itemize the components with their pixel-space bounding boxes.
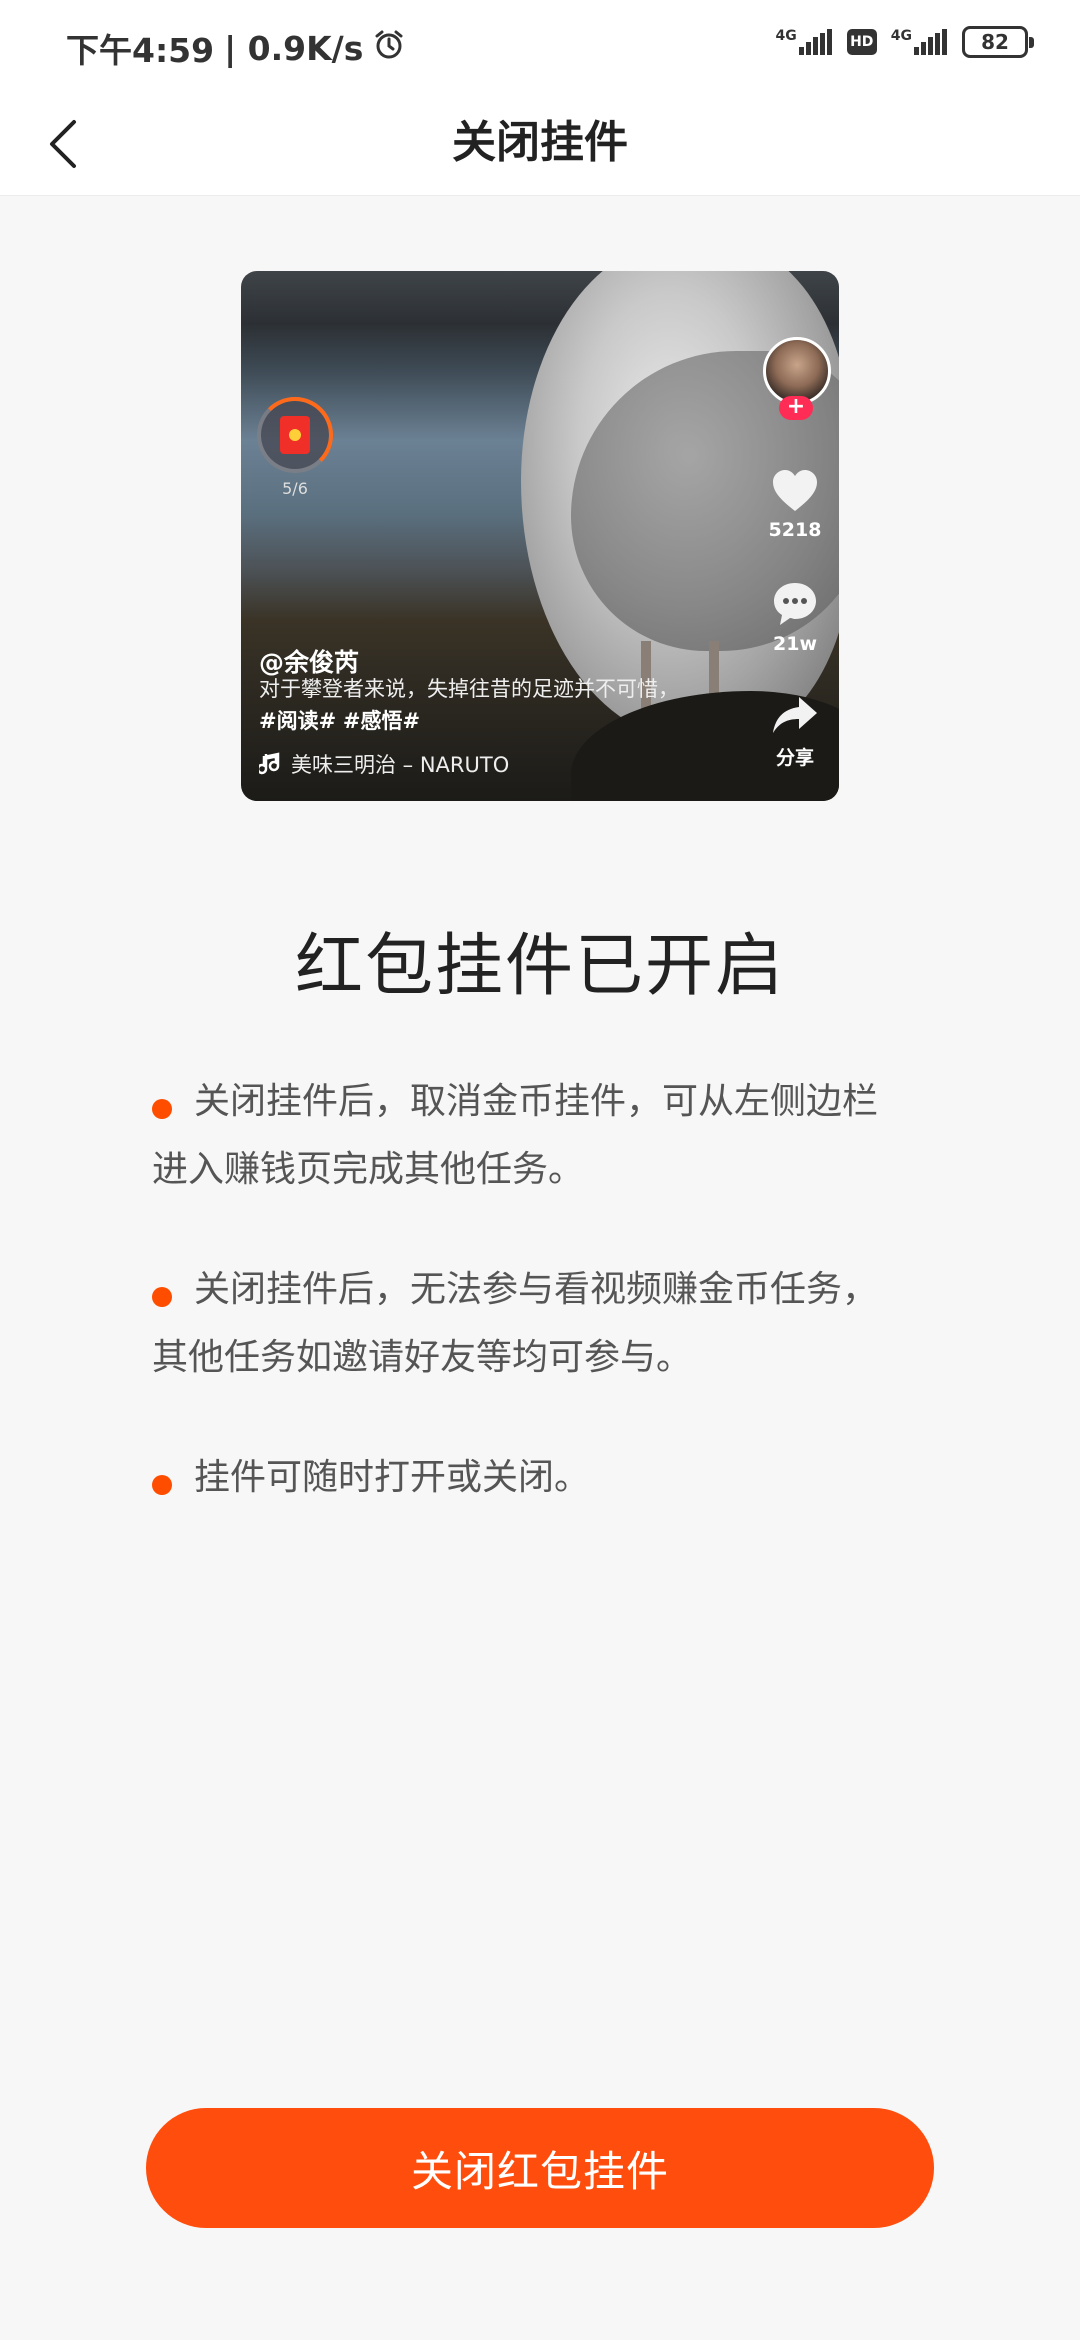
like-action: 5218 (755, 469, 835, 541)
status-time: 下午4:59 (66, 31, 215, 70)
share-action: 分享 (755, 695, 835, 770)
info-bullet: 关闭挂件后，无法参与看视频赚金币任务，其他任务如邀请好友等均可参与。 (152, 1256, 912, 1392)
video-desc-text: 对于攀登者来说，失掉往昔的足迹并不可惜， (259, 677, 679, 701)
signal-icon-2: 4G (891, 29, 948, 55)
hashtag: #感悟# (342, 709, 421, 733)
bullet-dot (152, 1099, 172, 1119)
bullet-text: 关闭挂件后，取消金币挂件，可从左侧边栏进入赚钱页完成其他任务。 (152, 1081, 879, 1190)
like-count: 5218 (768, 519, 822, 541)
alarm-icon (373, 28, 405, 68)
status-bar: 下午4:59 | 0.9K/s 4G HD 4G 82 (0, 0, 1080, 90)
bullet-text: 挂件可随时打开或关闭。 (194, 1457, 591, 1498)
battery-level: 82 (981, 30, 1009, 54)
close-red-packet-widget-button[interactable]: 关闭红包挂件 (146, 2108, 934, 2228)
share-label: 分享 (775, 747, 814, 769)
widget-status-heading: 红包挂件已开启 (294, 927, 785, 1006)
video-music: 美味三明治 – NARUTO (259, 749, 509, 779)
info-bullet: 挂件可随时打开或关闭。 (152, 1444, 912, 1512)
music-note-icon (259, 752, 280, 775)
bullet-text: 关闭挂件后，无法参与看视频赚金币任务，其他任务如邀请好友等均可参与。 (152, 1269, 879, 1378)
page-title: 关闭挂件 (452, 117, 628, 168)
app-header: 关闭挂件 (0, 90, 1080, 196)
status-speed: | 0.9K/s (224, 28, 364, 68)
network-label-2: 4G (890, 28, 912, 44)
red-envelope-icon (280, 416, 310, 454)
bullet-dot (152, 1475, 172, 1495)
signal-icon: 4G (776, 29, 833, 55)
status-right: 4G HD 4G 82 (776, 26, 1034, 58)
battery-icon: 82 (962, 26, 1034, 58)
comment-action: 21w (755, 581, 835, 655)
hashtag: #阅读# (259, 709, 337, 733)
video-description: 对于攀登者来说，失掉往昔的足迹并不可惜， #阅读# #感悟# (259, 673, 679, 737)
comment-count: 21w (773, 633, 817, 655)
network-label: 4G (775, 28, 797, 44)
follow-plus-icon: + (779, 396, 813, 420)
red-packet-progress: 5/6 (282, 479, 308, 498)
heart-icon (773, 470, 817, 511)
info-bullet: 关闭挂件后，取消金币挂件，可从左侧边栏进入赚钱页完成其他任务。 (152, 1068, 912, 1204)
red-packet-widget (257, 397, 333, 473)
status-left: 下午4:59 | 0.9K/s (66, 24, 405, 72)
bullet-dot (152, 1287, 172, 1307)
hd-badge: HD (846, 29, 877, 55)
music-title: 美味三明治 – NARUTO (291, 753, 510, 777)
video-preview-card: 5/6 + 5218 21w 分享 @余俊芮 对于攀登者来说，失掉往昔的足迹并不… (241, 271, 839, 801)
comment-icon (774, 583, 816, 625)
share-icon (773, 697, 817, 733)
